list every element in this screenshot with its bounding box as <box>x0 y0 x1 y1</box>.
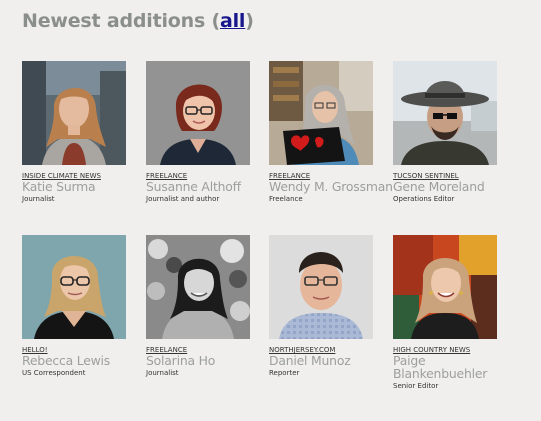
person-photo[interactable] <box>269 61 373 165</box>
person-role: US Correspondent <box>22 369 86 377</box>
person-photo[interactable] <box>22 235 126 339</box>
person-photo[interactable] <box>146 61 250 165</box>
person-name[interactable]: Katie Surma <box>22 180 146 193</box>
person-role: Journalist <box>22 195 55 203</box>
portrait-daniel-munoz <box>269 235 373 339</box>
portrait-katie-surma <box>22 61 126 165</box>
portrait-solarina-ho <box>146 235 250 339</box>
person-role: Journalist <box>146 369 179 377</box>
portrait-gene-moreland <box>393 61 497 165</box>
person-role: Freelance <box>269 195 303 203</box>
newest-additions-panel: Newest additions (all) INSIDE CLIMATE NE… <box>0 0 541 421</box>
person-name[interactable]: Wendy M. Grossman <box>269 180 393 193</box>
section-title-suffix: ) <box>245 10 254 32</box>
person-photo[interactable] <box>146 235 250 339</box>
person-name[interactable]: Rebecca Lewis <box>22 354 146 367</box>
person-name[interactable]: Paige Blankenbuehler <box>393 354 517 380</box>
all-link[interactable]: all <box>220 10 245 32</box>
person-role: Senior Editor <box>393 382 439 390</box>
person-name[interactable]: Gene Moreland <box>393 180 517 193</box>
person-photo[interactable] <box>269 235 373 339</box>
person-name[interactable]: Susanne Althoff <box>146 180 270 193</box>
person-photo[interactable] <box>22 61 126 165</box>
person-photo[interactable] <box>393 61 497 165</box>
person-name[interactable]: Daniel Munoz <box>269 354 393 367</box>
person-photo[interactable] <box>393 235 497 339</box>
portrait-wendy-grossman <box>269 61 373 165</box>
section-title-prefix: Newest additions ( <box>22 10 220 32</box>
person-role: Operations Editor <box>393 195 455 203</box>
portrait-rebecca-lewis <box>22 235 126 339</box>
portrait-paige-blankenbuehler <box>393 235 497 339</box>
person-role: Journalist and author <box>146 195 220 203</box>
person-role: Reporter <box>269 369 300 377</box>
portrait-susanne-althoff <box>146 61 250 165</box>
section-title: Newest additions (all) <box>22 10 254 32</box>
person-name[interactable]: Solarina Ho <box>146 354 270 367</box>
